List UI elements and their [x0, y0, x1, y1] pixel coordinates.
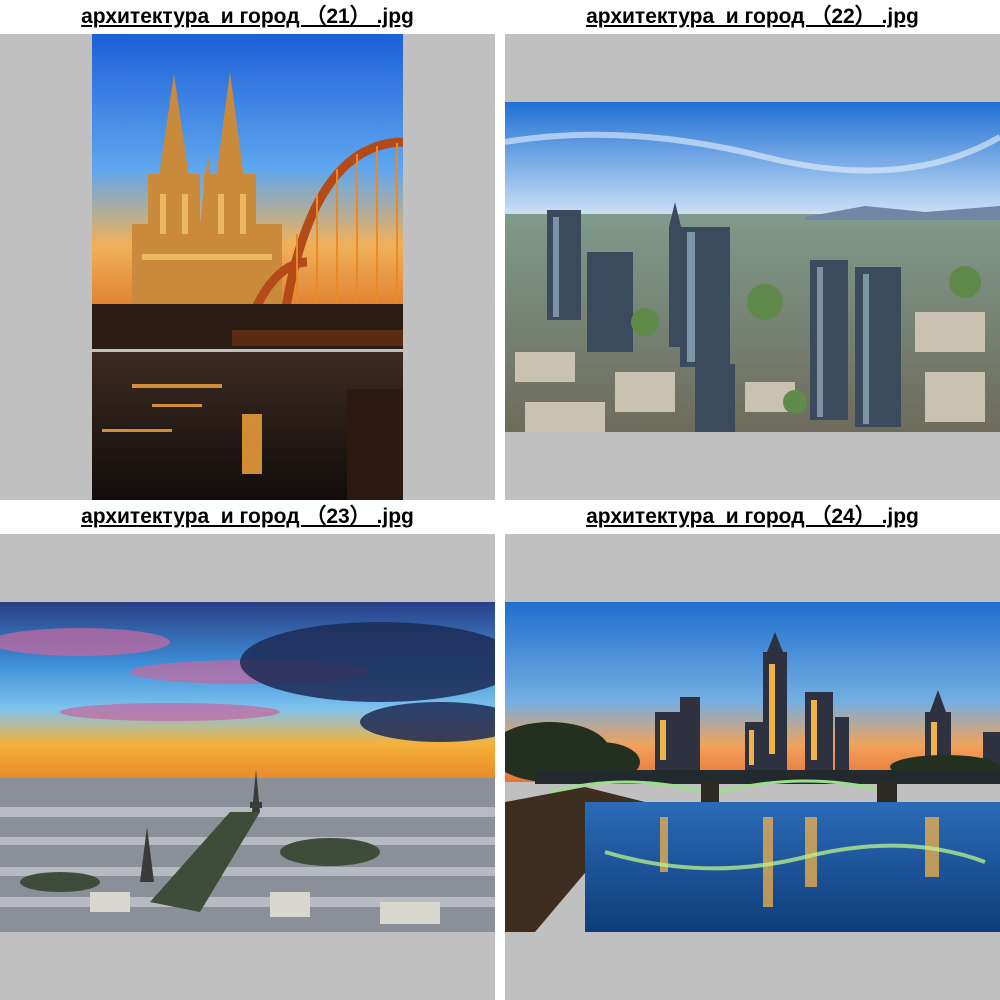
- night-skyline-photo: [505, 602, 1000, 932]
- thumbnail-frame[interactable]: [505, 534, 1000, 1000]
- gallery-item[interactable]: архитектура и город （21） .jpg: [0, 0, 495, 500]
- cathedral-bridge-photo: [92, 34, 403, 500]
- aerial-city-photo: [505, 102, 1000, 432]
- gallery-item[interactable]: архитектура и город （22） .jpg: [505, 0, 1000, 500]
- thumbnail-frame[interactable]: [0, 534, 495, 1000]
- thumbnail-frame[interactable]: [0, 34, 495, 500]
- gallery-item[interactable]: архитектура и город （23） .jpg: [0, 500, 495, 1000]
- file-caption: архитектура и город （22） .jpg: [505, 0, 1000, 34]
- thumbnail-frame[interactable]: [505, 34, 1000, 500]
- file-caption: архитектура и город （24） .jpg: [505, 500, 1000, 534]
- file-caption: архитектура и город （23） .jpg: [0, 500, 495, 534]
- gallery-item[interactable]: архитектура и город （24） .jpg: [505, 500, 1000, 1000]
- sunset-city-photo: [0, 602, 495, 932]
- file-caption: архитектура и город （21） .jpg: [0, 0, 495, 34]
